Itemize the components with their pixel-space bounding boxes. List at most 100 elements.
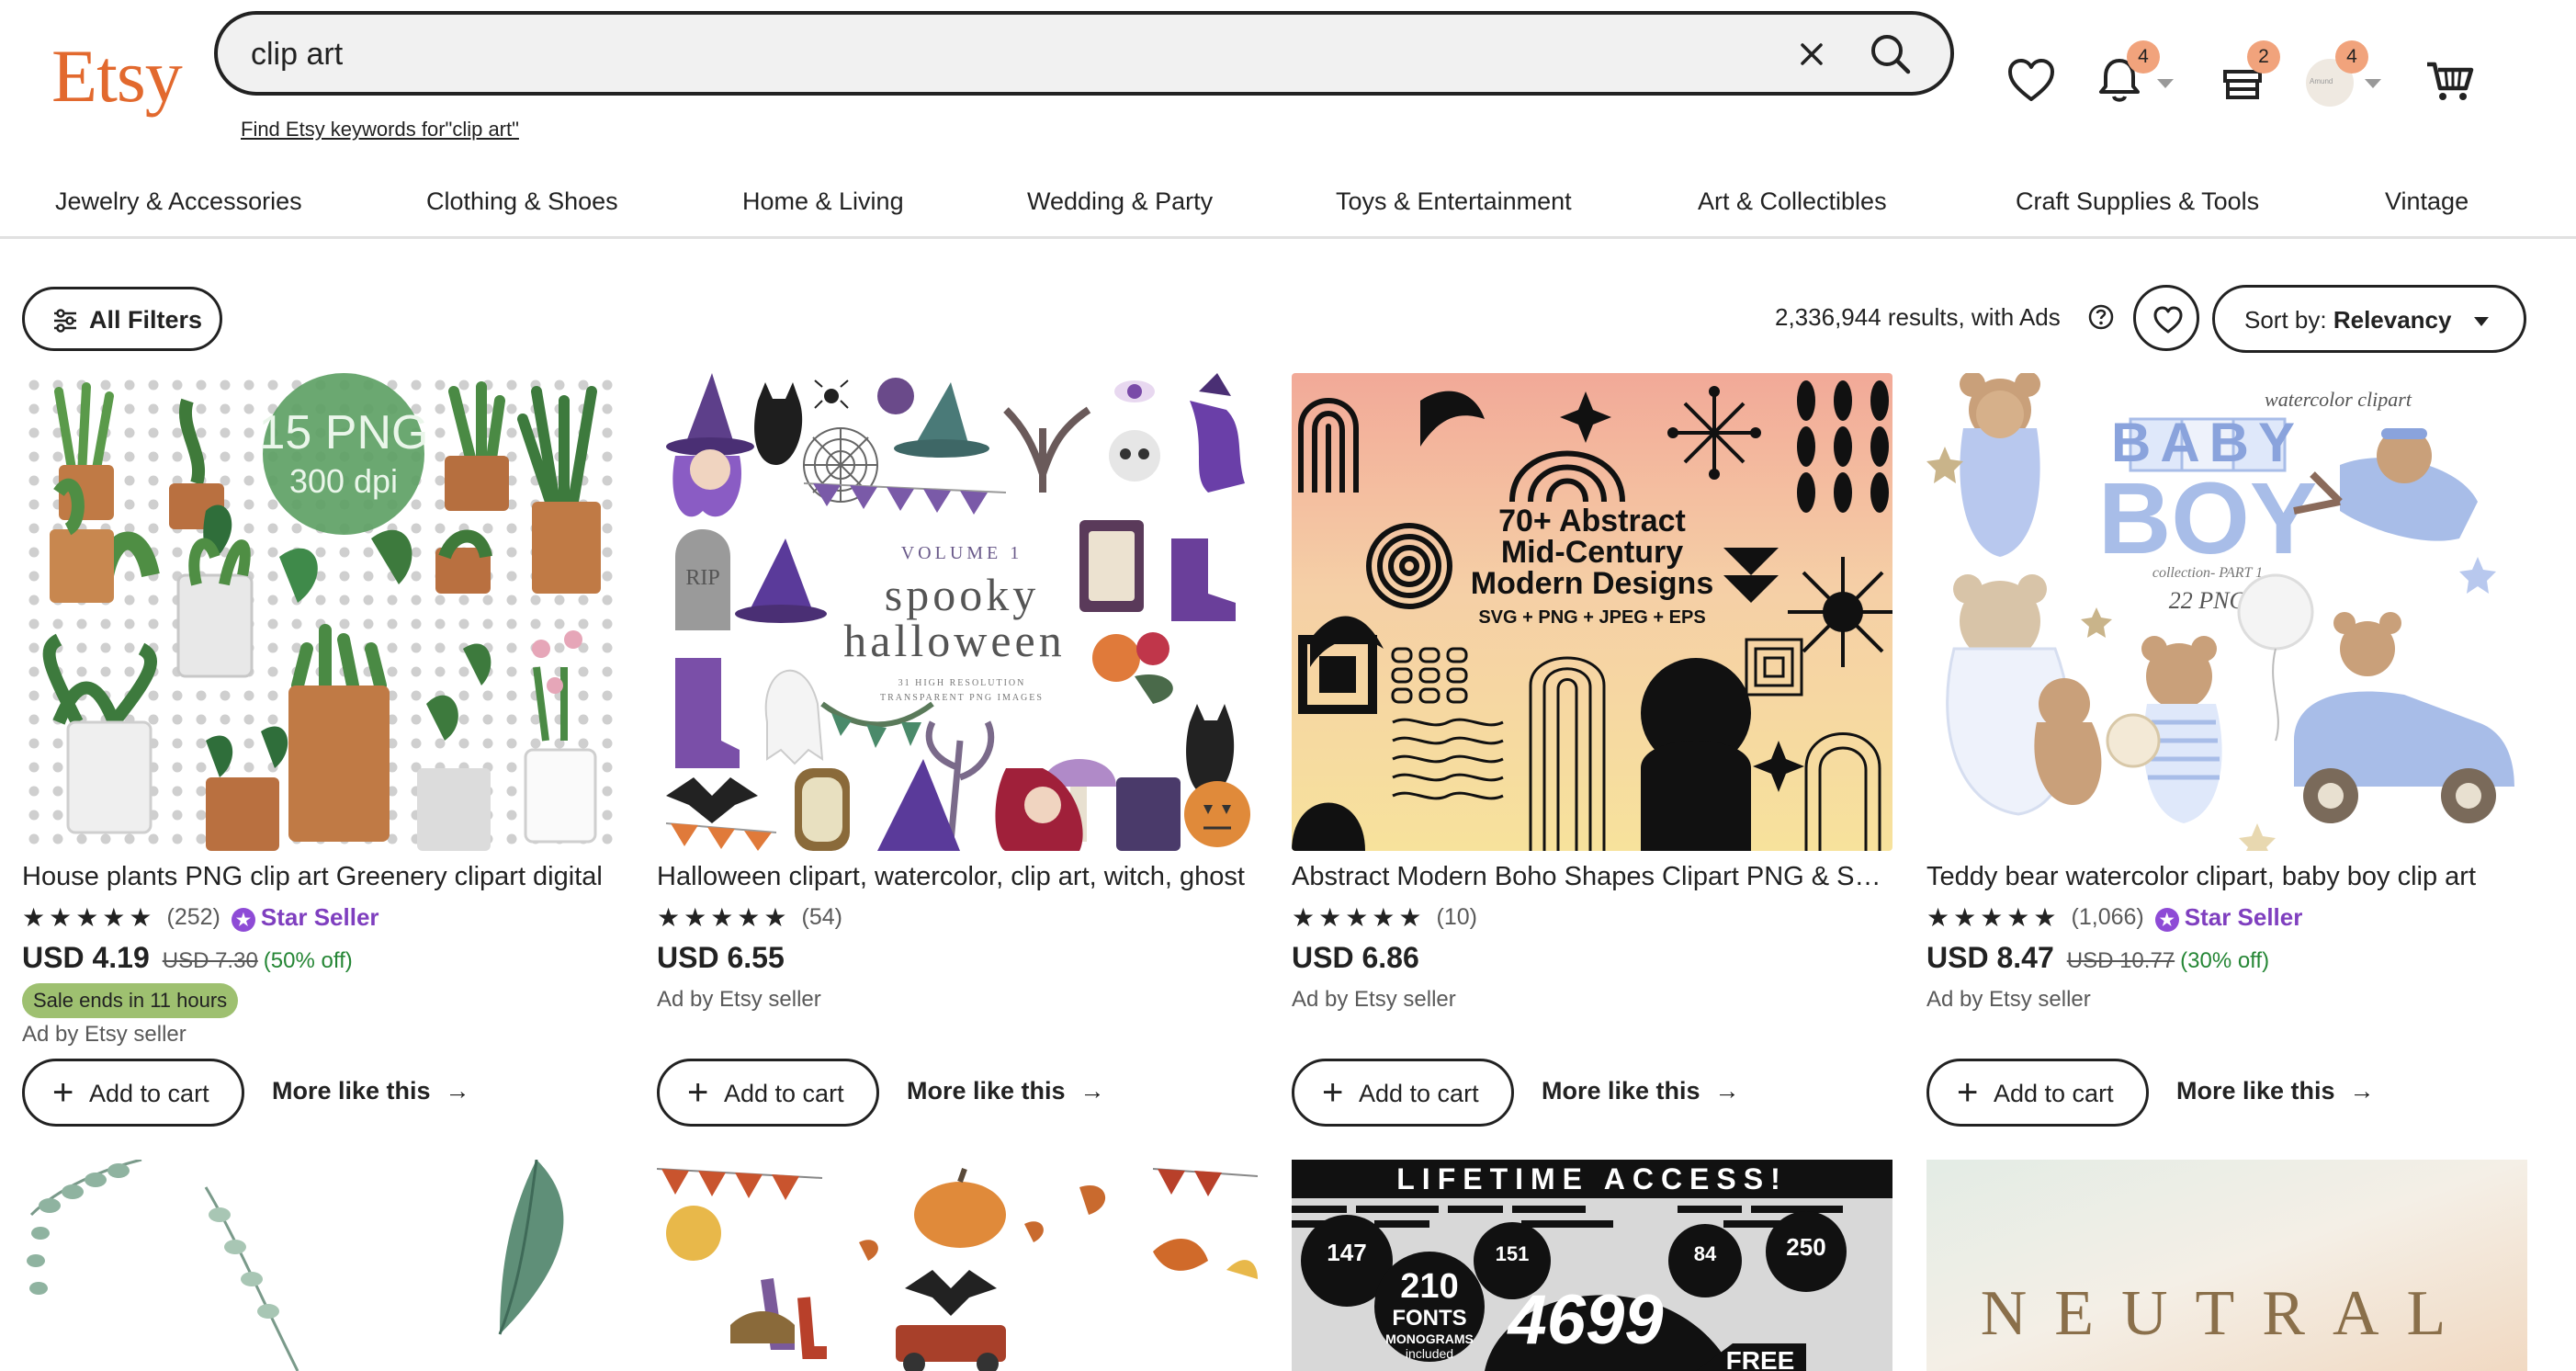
sale-badge: Sale ends in 11 hours xyxy=(22,983,239,1018)
product-title[interactable]: Abstract Modern Boho Shapes Clipart PNG … xyxy=(1292,862,1892,892)
more-like-this-link[interactable]: More like this → xyxy=(907,1077,1105,1105)
review-count: (10) xyxy=(1436,904,1477,930)
product-image-svg-bundle[interactable]: LIFETIME ACCESS! 147 210 FONTS MONOGRAMS… xyxy=(1292,1160,1892,1371)
etsy-logo[interactable]: Etsy xyxy=(51,33,183,119)
svg-fonts-label: FONTS xyxy=(1392,1306,1466,1331)
arrow-right-icon: → xyxy=(2349,1077,2375,1105)
search-icon[interactable] xyxy=(1864,28,1917,81)
account-badge: 4 xyxy=(2335,40,2368,74)
product-image[interactable]: 15 PNG 300 dpi xyxy=(22,373,623,851)
product-card[interactable]: RIP VOLUME 1 spooky halloween 31 HIGH RE… xyxy=(657,373,1258,1127)
star-seller-icon: ★ xyxy=(2154,908,2179,932)
product-image-neutral[interactable]: NEUTRAL xyxy=(1926,1160,2527,1371)
plus-icon: + xyxy=(687,1072,709,1113)
thumb-text-dpi: 300 dpi xyxy=(289,462,398,500)
ad-label: Ad by Etsy seller xyxy=(657,987,821,1012)
more-like-this-link[interactable]: More like this → xyxy=(2176,1077,2375,1105)
product-image-eucalyptus[interactable] xyxy=(22,1160,623,1371)
rating-stars: ★★★★★ xyxy=(22,903,156,932)
shopping-cart-icon[interactable] xyxy=(2418,48,2482,112)
thumb-text-modern: Modern Designs xyxy=(1471,566,1713,601)
thumb-text-collection: collection- PART 1 xyxy=(2152,565,2263,581)
nav-wedding-party[interactable]: Wedding & Party xyxy=(1027,187,1213,216)
original-price: USD 10.77 xyxy=(2066,948,2175,973)
product-image[interactable]: RIP VOLUME 1 spooky halloween 31 HIGH RE… xyxy=(657,373,1258,851)
nav-jewelry-accessories[interactable]: Jewelry & Accessories xyxy=(55,187,302,216)
thumb-text-halloween: halloween xyxy=(843,615,1065,666)
all-filters-label: All Filters xyxy=(89,306,203,334)
save-search-button[interactable] xyxy=(2133,285,2199,351)
thumb-text-rip: RIP xyxy=(685,566,719,590)
notifications-caret-icon[interactable] xyxy=(2157,79,2174,88)
search-input[interactable] xyxy=(251,31,1629,77)
star-seller-badge: ★ Star Seller xyxy=(2154,903,2302,932)
svg-banner-text: LIFETIME ACCESS! xyxy=(1396,1162,1787,1195)
plus-icon: + xyxy=(1322,1072,1344,1113)
nav-home-living[interactable]: Home & Living xyxy=(742,187,904,216)
ads-help-icon[interactable] xyxy=(2087,303,2115,331)
nav-craft-supplies-tools[interactable]: Craft Supplies & Tools xyxy=(2016,187,2259,216)
product-card[interactable]: 15 PNG 300 dpi House plants PNG clip art… xyxy=(22,373,623,1127)
heart-icon xyxy=(2153,306,2183,334)
thumb-text-spooky: spooky xyxy=(885,569,1039,620)
all-filters-button[interactable]: All Filters xyxy=(22,287,222,351)
svg-count-a: 147 xyxy=(1327,1239,1366,1266)
price-row: USD 6.86 xyxy=(1292,941,1419,975)
price-row: USD 8.47 USD 10.77 (30% off) xyxy=(1926,941,2269,975)
thumb-text-png: 15 PNG xyxy=(259,406,429,459)
product-image[interactable]: 70+ Abstract Mid-Century Modern Designs … xyxy=(1292,373,1892,851)
nav-vintage[interactable]: Vintage xyxy=(2385,187,2469,216)
category-nav: Jewelry & Accessories Clothing & Shoes H… xyxy=(0,180,2576,239)
product-title[interactable]: Halloween clipart, watercolor, clip art,… xyxy=(657,862,1258,892)
rating-stars: ★★★★★ xyxy=(1292,903,1426,932)
product-image[interactable]: watercolor clipart BABY BOY collection- … xyxy=(1926,373,2527,851)
ad-label: Ad by Etsy seller xyxy=(1292,987,1456,1012)
arrow-right-icon: → xyxy=(1714,1077,1740,1105)
add-to-cart-button[interactable]: + Add to cart xyxy=(1926,1059,2149,1127)
add-to-cart-button[interactable]: + Add to cart xyxy=(657,1059,879,1127)
find-keywords-link[interactable]: Find Etsy keywords for"clip art" xyxy=(241,118,519,142)
thumb-text-midcentury: Mid-Century xyxy=(1501,535,1683,570)
product-card[interactable]: watercolor clipart BABY BOY collection- … xyxy=(1926,373,2527,1127)
add-to-cart-button[interactable]: + Add to cart xyxy=(1292,1059,1514,1127)
product-title[interactable]: Teddy bear watercolor clipart, baby boy … xyxy=(1926,862,2527,892)
more-like-this-link[interactable]: More like this → xyxy=(1542,1077,1740,1105)
site-header: Etsy Find Etsy keywords for"clip art" 4 … xyxy=(0,0,2576,175)
review-count: (252) xyxy=(166,904,220,930)
thumb-text-png-images: TRANSPARENT PNG IMAGES xyxy=(880,693,1044,703)
sort-value: Relevancy xyxy=(2333,306,2452,334)
more-like-this-link[interactable]: More like this → xyxy=(272,1077,470,1105)
favorites-heart-icon[interactable] xyxy=(1999,48,2063,112)
price: USD 4.19 xyxy=(22,941,150,974)
clear-search-icon[interactable] xyxy=(1789,31,1835,77)
thumb-text-boy: BOY xyxy=(2098,462,2317,575)
thumb-text-volume: VOLUME 1 xyxy=(901,543,1023,563)
add-to-cart-button[interactable]: + Add to cart xyxy=(22,1059,244,1127)
nav-toys-entertainment[interactable]: Toys & Entertainment xyxy=(1336,187,1572,216)
svg-free-label: FREE xyxy=(1726,1346,1795,1371)
star-seller-badge: ★ Star Seller xyxy=(231,903,379,932)
nav-clothing-shoes[interactable]: Clothing & Shoes xyxy=(426,187,618,216)
svg-fonts-count: 210 xyxy=(1400,1267,1458,1306)
product-card[interactable]: 70+ Abstract Mid-Century Modern Designs … xyxy=(1292,373,1892,1127)
nav-art-collectibles[interactable]: Art & Collectibles xyxy=(1698,187,1887,216)
product-image-autumn[interactable] xyxy=(657,1160,1258,1371)
notifications-badge: 4 xyxy=(2127,40,2160,74)
thumb-text-high-res: 31 HIGH RESOLUTION xyxy=(898,678,1026,688)
sort-dropdown[interactable]: Sort by: Relevancy xyxy=(2212,285,2526,353)
chevron-down-icon xyxy=(2474,317,2489,326)
account-caret-icon[interactable] xyxy=(2365,79,2381,88)
results-count: 2,336,944 results, with Ads xyxy=(1775,303,2061,331)
rating-stars: ★★★★★ xyxy=(657,903,791,932)
rating-stars: ★★★★★ xyxy=(1926,903,2061,932)
product-title[interactable]: House plants PNG clip art Greenery clipa… xyxy=(22,862,623,892)
product-rating: ★★★★★ (10) xyxy=(1292,902,1477,934)
plus-icon: + xyxy=(1957,1072,1979,1113)
svg-count-c: 84 xyxy=(1694,1242,1717,1265)
sort-prefix: Sort by: xyxy=(2244,306,2333,334)
product-rating: ★★★★★ (54) xyxy=(657,902,842,934)
price: USD 6.86 xyxy=(1292,941,1419,974)
star-seller-icon: ★ xyxy=(231,908,255,932)
review-count: (1,066) xyxy=(2071,904,2144,930)
review-count: (54) xyxy=(801,904,842,930)
